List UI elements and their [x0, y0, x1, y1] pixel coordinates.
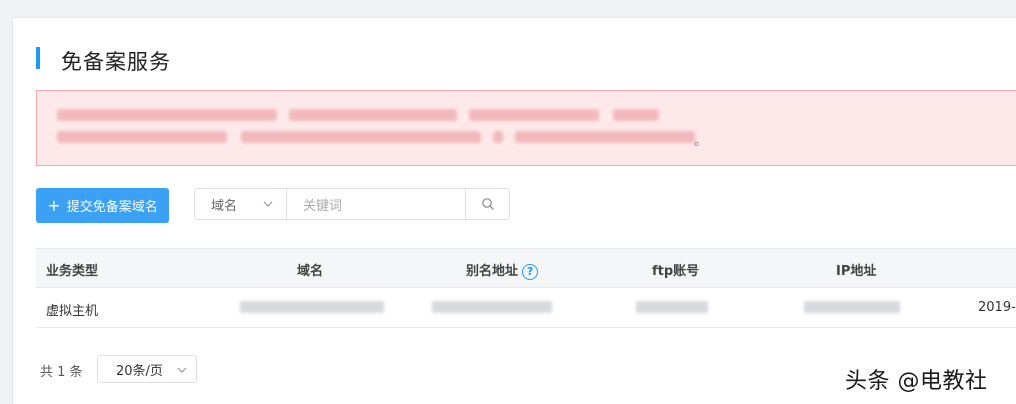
- notice-alert: [36, 90, 1016, 166]
- page-size-value: 20条/页: [116, 363, 163, 379]
- keyword-input[interactable]: 关键词: [287, 189, 466, 219]
- watermark: 头条 @电教社: [845, 369, 988, 394]
- redacted-text: [289, 109, 457, 121]
- redacted-text: [57, 109, 277, 121]
- table-row[interactable]: 虚拟主机 2019-0: [36, 288, 1016, 328]
- redacted-ip: [804, 301, 900, 313]
- column-header-type: 业务类型: [46, 264, 99, 279]
- redacted-text: [57, 131, 227, 143]
- alert-tail-text: 。: [694, 134, 708, 149]
- filter-select-value: 域名: [211, 198, 238, 214]
- page-title: 免备案服务: [61, 50, 171, 74]
- table-header: 业务类型 域名 别名地址? ftp账号 IP地址: [36, 248, 1016, 288]
- cell-type: 虚拟主机: [46, 304, 99, 319]
- redacted-domain: [240, 301, 384, 313]
- title-accent-bar: [36, 47, 40, 69]
- redacted-ftp: [636, 301, 708, 313]
- redacted-alias: [432, 301, 552, 313]
- keyword-placeholder: 关键词: [303, 198, 343, 214]
- column-header-ip: IP地址: [836, 264, 877, 279]
- cell-date: 2019-0: [978, 300, 1016, 315]
- redacted-text: [241, 131, 481, 143]
- plus-icon: +: [47, 195, 61, 215]
- redacted-text: [613, 109, 659, 121]
- search-button[interactable]: [466, 189, 509, 219]
- submit-domain-label: 提交免备案域名: [66, 200, 158, 215]
- search-icon: [481, 198, 494, 210]
- help-icon[interactable]: ?: [522, 263, 539, 280]
- chevron-down-icon: [263, 201, 273, 207]
- column-header-domain: 域名: [297, 264, 324, 279]
- filter-select[interactable]: 域名: [195, 189, 287, 219]
- redacted-text: [493, 131, 503, 143]
- column-header-ftp: ftp账号: [652, 264, 700, 279]
- redacted-text: [515, 131, 695, 143]
- total-count: 共 1 条: [40, 365, 83, 380]
- submit-domain-button[interactable]: + 提交免备案域名: [36, 188, 169, 223]
- page-size-select[interactable]: 20条/页: [97, 355, 197, 383]
- column-header-alias: 别名地址?: [466, 260, 539, 280]
- search-group: 域名 关键词: [194, 188, 510, 220]
- redacted-text: [469, 109, 599, 121]
- chevron-down-icon: [177, 367, 187, 373]
- column-header-alias-label: 别名地址: [466, 264, 519, 279]
